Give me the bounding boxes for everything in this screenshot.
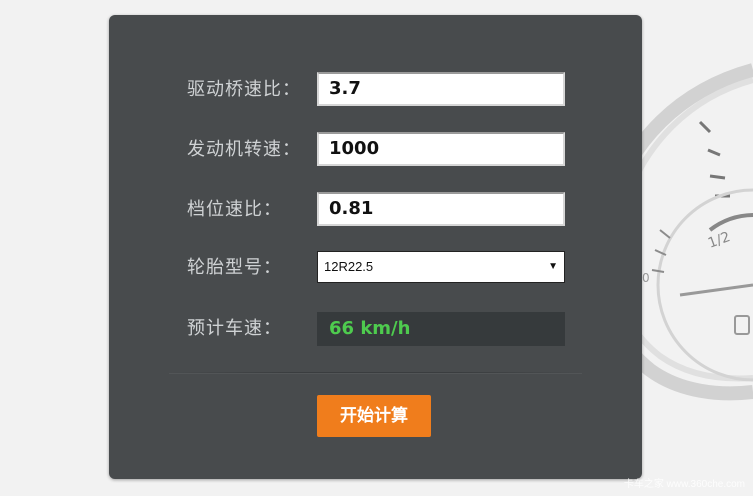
- tire-model-label: 轮胎型号：: [187, 257, 282, 278]
- dropdown-arrow-icon[interactable]: ▼: [548, 252, 558, 282]
- speed-calculator-panel: 驱动桥速比： 3.7 发动机转速： 1000 档位速比： 0.81 轮胎型号： …: [109, 15, 642, 479]
- calculate-button[interactable]: 开始计算: [317, 395, 431, 437]
- tire-model-selected-value: 12R22.5: [324, 259, 374, 274]
- axle-ratio-label: 驱动桥速比：: [187, 79, 301, 100]
- divider: [169, 372, 582, 373]
- fuel-pump-icon: [734, 315, 750, 335]
- estimated-speed-result: 66 km/h: [317, 312, 565, 346]
- svg-text:1/2: 1/2: [706, 229, 733, 252]
- gear-ratio-input[interactable]: 0.81: [317, 192, 565, 226]
- engine-speed-label: 发动机转速：: [187, 139, 301, 160]
- watermark-logo: 卡车之家 www.360che.com: [623, 479, 745, 490]
- axle-ratio-input[interactable]: 3.7: [317, 72, 565, 106]
- svg-text:0: 0: [642, 271, 650, 285]
- estimated-speed-label: 预计车速：: [187, 318, 282, 339]
- gear-ratio-label: 档位速比：: [187, 199, 282, 220]
- tire-model-select[interactable]: 12R22.5 ▼: [317, 251, 565, 283]
- engine-speed-input[interactable]: 1000: [317, 132, 565, 166]
